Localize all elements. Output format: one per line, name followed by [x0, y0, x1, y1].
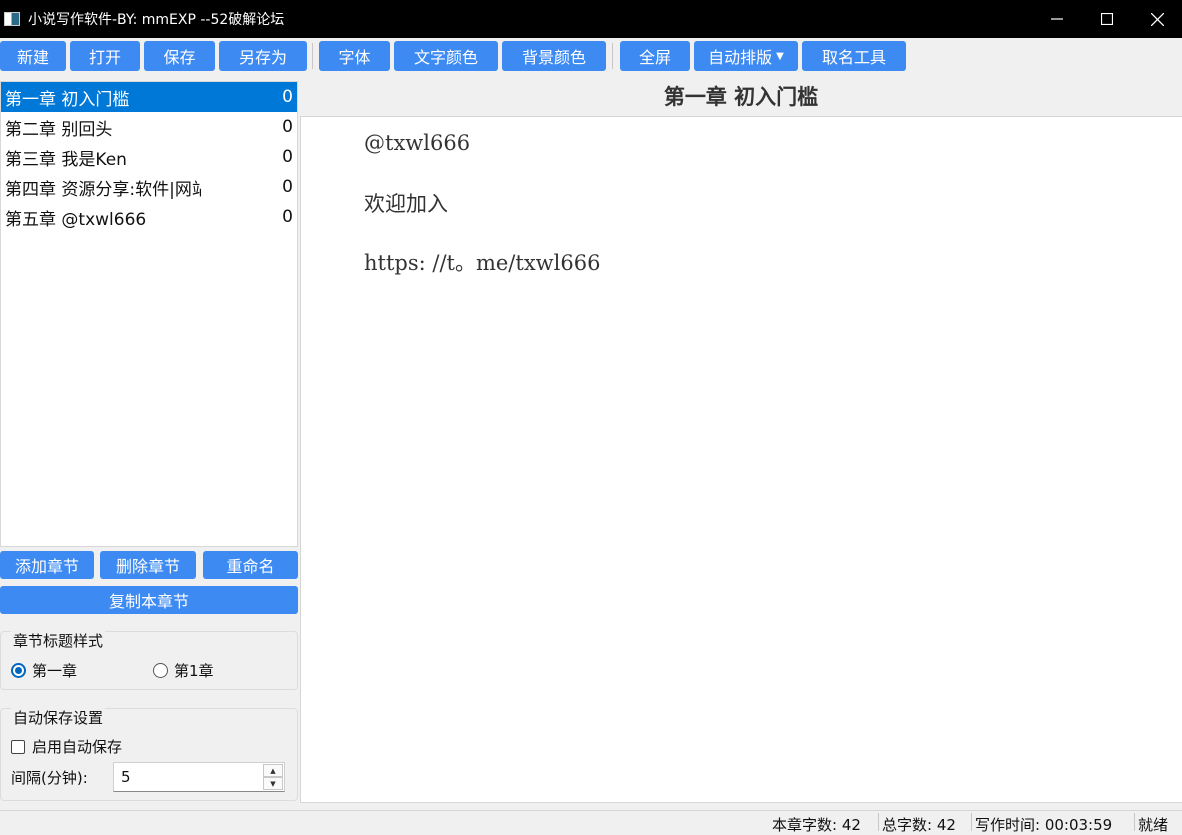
- interval-spinbox[interactable]: 5 ▲ ▼: [113, 762, 285, 792]
- editor-line: https: //t。me/txwl666: [364, 251, 601, 275]
- enable-autosave-checkbox[interactable]: 启用自动保存: [11, 736, 122, 757]
- copy-chapter-button[interactable]: 复制本章节: [0, 586, 298, 614]
- app-icon: [4, 12, 20, 26]
- status-separator: [878, 813, 879, 831]
- chapter-word-count: 0: [282, 117, 293, 137]
- naming-tool-button[interactable]: 取名工具: [802, 41, 906, 71]
- toolbar: 新建 打开 保存 另存为 字体 文字颜色 背景颜色 全屏 自动排版 ▼ 取名工具: [0, 38, 1182, 76]
- spin-down-icon[interactable]: ▼: [263, 777, 283, 790]
- interval-label: 间隔(分钟):: [11, 769, 88, 787]
- editor-line: @txwl666: [364, 131, 471, 155]
- chapter-header: 第一章 初入门槛: [300, 75, 1182, 117]
- title-style-arabic-radio[interactable]: 第1章: [153, 660, 214, 681]
- editor-line: 欢迎加入: [364, 192, 448, 216]
- title-style-group: 章节标题样式 第一章 第1章: [0, 630, 298, 690]
- chapter-word-count: 0: [282, 87, 293, 107]
- chapter-title: 第四章 资源分享:软件|网站: [5, 179, 201, 200]
- checkbox-icon: [11, 739, 25, 754]
- title-style-group-title: 章节标题样式: [11, 630, 106, 651]
- chapter-item[interactable]: 第一章 初入门槛 0: [1, 82, 297, 112]
- spin-buttons: ▲ ▼: [263, 764, 283, 791]
- auto-format-label: 自动排版: [708, 48, 773, 67]
- chapter-title: 第二章 别回头: [5, 119, 113, 140]
- font-button[interactable]: 字体: [319, 41, 390, 71]
- text-editor[interactable]: @txwl666 欢迎加入 https: //t。me/txwl666: [300, 117, 1182, 803]
- radio-label: 第1章: [174, 662, 214, 680]
- toolbar-separator: [612, 43, 613, 69]
- title-bar: 小说写作软件-BY: mmEXP --52破解论坛: [0, 0, 1182, 38]
- chapter-title: 第三章 我是Ken: [5, 149, 127, 170]
- status-bar: 本章字数: 42 总字数: 42 写作时间: 00:03:59 就绪: [0, 810, 1182, 834]
- toolbar-separator: [312, 43, 313, 69]
- status-separator: [1134, 813, 1135, 831]
- auto-format-button[interactable]: 自动排版 ▼: [694, 41, 798, 71]
- interval-value: 5: [121, 768, 131, 786]
- chapter-word-count: 0: [282, 207, 293, 227]
- chapter-item[interactable]: 第四章 资源分享:软件|网站 0: [1, 172, 297, 202]
- dropdown-arrow-icon: ▼: [776, 50, 784, 62]
- minimize-button[interactable]: [1032, 0, 1082, 38]
- text-color-button[interactable]: 文字颜色: [394, 41, 498, 71]
- background-color-button[interactable]: 背景颜色: [502, 41, 606, 71]
- window-controls: [1032, 0, 1182, 38]
- chapter-item[interactable]: 第二章 别回头 0: [1, 112, 297, 142]
- checkbox-label: 启用自动保存: [32, 738, 123, 756]
- radio-checked-icon: [11, 663, 26, 678]
- title-style-chinese-radio[interactable]: 第一章: [11, 660, 77, 681]
- chapter-word-count: 0: [282, 147, 293, 167]
- rename-chapter-button[interactable]: 重命名: [203, 551, 298, 579]
- close-button[interactable]: [1132, 0, 1182, 38]
- chapter-title: 第五章 @txwl666: [5, 209, 147, 230]
- minimize-icon: [1051, 18, 1063, 20]
- spin-up-icon[interactable]: ▲: [263, 764, 283, 777]
- new-button[interactable]: 新建: [0, 41, 66, 71]
- radio-label: 第一章: [32, 662, 78, 680]
- autosave-group: 自动保存设置 启用自动保存 间隔(分钟): 5 ▲ ▼: [0, 707, 298, 801]
- fullscreen-button[interactable]: 全屏: [620, 41, 690, 71]
- open-button[interactable]: 打开: [70, 41, 140, 71]
- status-separator: [971, 813, 972, 831]
- chapter-word-count: 0: [282, 177, 293, 197]
- maximize-icon: [1101, 13, 1113, 25]
- window-title: 小说写作软件-BY: mmEXP --52破解论坛: [28, 12, 285, 28]
- radio-unchecked-icon: [153, 663, 168, 678]
- chapter-title: 第一章 初入门槛: [5, 89, 130, 110]
- save-button[interactable]: 保存: [144, 41, 215, 71]
- delete-chapter-button[interactable]: 删除章节: [100, 551, 196, 579]
- chapter-item[interactable]: 第三章 我是Ken 0: [1, 142, 297, 172]
- add-chapter-button[interactable]: 添加章节: [0, 551, 94, 579]
- autosave-group-title: 自动保存设置: [11, 707, 106, 728]
- close-icon: [1150, 12, 1164, 26]
- chapter-item[interactable]: 第五章 @txwl666 0: [1, 202, 297, 232]
- save-as-button[interactable]: 另存为: [219, 41, 307, 71]
- maximize-button[interactable]: [1082, 0, 1132, 38]
- chapter-list[interactable]: 第一章 初入门槛 0 第二章 别回头 0 第三章 我是Ken 0 第四章 资源分…: [0, 81, 298, 547]
